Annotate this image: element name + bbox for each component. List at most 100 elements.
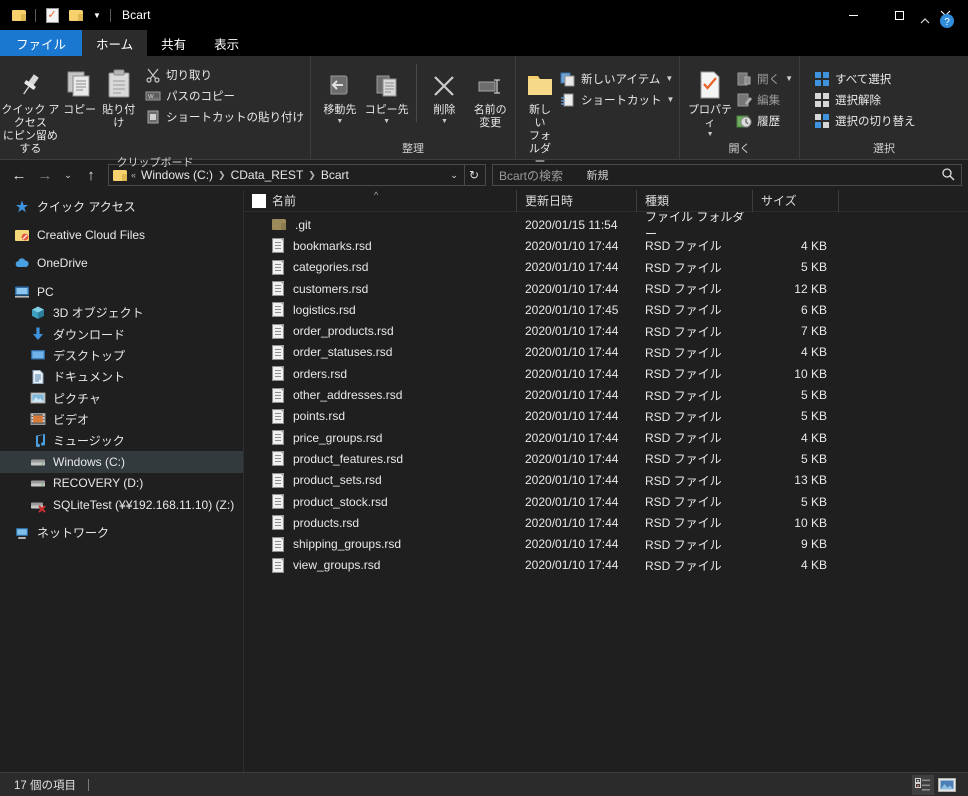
copy-to-caret-icon[interactable]: ▼ — [383, 118, 390, 125]
properties-page-icon — [697, 66, 723, 100]
open-button[interactable]: 開く ▼ — [734, 68, 799, 89]
sidebar-item-windows-c[interactable]: Windows (C:) — [0, 451, 243, 472]
cut-button[interactable]: 切り取り — [143, 64, 310, 85]
properties-caret-icon[interactable]: ▼ — [707, 131, 714, 138]
sidebar-item-creative-cloud-files[interactable]: Creative Cloud Files — [0, 224, 243, 245]
sidebar-item-recovery-d[interactable]: RECOVERY (D:) — [0, 473, 243, 494]
table-row[interactable]: logistics.rsd2020/01/10 17:45RSD ファイル6 K… — [244, 299, 968, 320]
paste-label: 貼り付け — [98, 104, 139, 130]
invert-selection-button[interactable]: 選択の切り替え — [812, 110, 922, 131]
select-group-label: 選択 — [800, 142, 968, 160]
column-header-type[interactable]: 種類 — [637, 190, 753, 212]
edit-button[interactable]: 編集 — [734, 89, 799, 110]
table-row[interactable]: points.rsd2020/01/10 17:44RSD ファイル5 KB — [244, 406, 968, 427]
new-item-label: 新しいアイテム — [581, 71, 660, 87]
column-header-date[interactable]: 更新日時 — [517, 190, 637, 212]
move-to-caret-icon[interactable]: ▼ — [336, 118, 343, 125]
history-button[interactable]: 履歴 — [734, 110, 799, 131]
open-caret-icon[interactable]: ▼ — [785, 74, 793, 83]
breadcrumb-chevron-0[interactable]: ❯ — [217, 170, 227, 181]
sidebar-item-3d-objects[interactable]: 3D オブジェクト — [0, 302, 243, 323]
sidebar-item-network[interactable]: ネットワーク — [0, 522, 243, 543]
select-all-checkbox[interactable] — [252, 194, 266, 208]
tab-file[interactable]: ファイル — [0, 30, 82, 56]
properties-icon[interactable] — [41, 4, 63, 26]
delete-button[interactable]: 削除 ▼ — [423, 62, 465, 125]
breadcrumb-chevron-1[interactable]: ❯ — [307, 170, 317, 181]
rename-button[interactable]: 名前の 変更 — [465, 62, 515, 130]
move-to-button[interactable]: 移動先 ▼ — [317, 62, 363, 125]
paste-shortcut-button[interactable]: ショートカットの貼り付け — [143, 106, 310, 127]
file-type: RSD ファイル — [637, 536, 753, 553]
table-row[interactable]: .git2020/01/15 11:54ファイル フォルダー — [244, 214, 968, 235]
paste-button[interactable]: 貼り付け — [98, 62, 139, 130]
table-row[interactable]: bookmarks.rsd2020/01/10 17:44RSD ファイル4 K… — [244, 235, 968, 256]
file-icon — [272, 515, 284, 530]
file-name-cell: order_products.rsd — [244, 324, 517, 339]
table-row[interactable]: categories.rsd2020/01/10 17:44RSD ファイル5 … — [244, 257, 968, 278]
file-name-cell: price_groups.rsd — [244, 430, 517, 445]
details-view-button[interactable] — [912, 775, 934, 795]
search-icon[interactable] — [941, 167, 955, 184]
copy-path-button[interactable]: W... パスのコピー — [143, 85, 310, 106]
copy-button[interactable]: コピー — [61, 62, 99, 117]
breadcrumb-prefix: « — [130, 170, 137, 180]
rename-label-2: 変更 — [479, 117, 501, 130]
sidebar-item-documents[interactable]: ドキュメント — [0, 366, 243, 387]
column-header-size[interactable]: サイズ — [753, 190, 839, 212]
file-type: RSD ファイル — [637, 450, 753, 467]
folder2-icon[interactable] — [65, 4, 87, 26]
sidebar-item-pc[interactable]: PC — [0, 281, 243, 302]
table-row[interactable]: orders.rsd2020/01/10 17:44RSD ファイル10 KB — [244, 363, 968, 384]
new-folder-button[interactable]: 新しい フォルダー — [524, 62, 556, 169]
folder-icon[interactable] — [8, 4, 30, 26]
quick-access-toolbar: ▼ — [0, 0, 114, 30]
refresh-icon[interactable]: ↻ — [464, 165, 483, 185]
sidebar-item-pictures[interactable]: ピクチャ — [0, 387, 243, 408]
sidebar-item-videos[interactable]: ビデオ — [0, 409, 243, 430]
table-row[interactable]: order_statuses.rsd2020/01/10 17:44RSD ファ… — [244, 342, 968, 363]
file-date: 2020/01/10 17:44 — [517, 260, 637, 274]
new-item-caret-icon[interactable]: ▼ — [665, 74, 673, 83]
table-row[interactable]: other_addresses.rsd2020/01/10 17:44RSD フ… — [244, 384, 968, 405]
chevron-down-icon[interactable]: ▼ — [89, 4, 105, 26]
help-icon[interactable]: ? — [936, 10, 958, 32]
table-row[interactable]: order_products.rsd2020/01/10 17:44RSD ファ… — [244, 320, 968, 341]
new-item-button[interactable]: 新しいアイテム ▼ — [558, 68, 680, 89]
large-icons-view-button[interactable] — [936, 775, 958, 795]
column-header-name[interactable]: 名前 ^ — [244, 190, 517, 212]
select-all-button[interactable]: すべて選択 — [812, 68, 922, 89]
table-row[interactable]: customers.rsd2020/01/10 17:44RSD ファイル12 … — [244, 278, 968, 299]
sidebar-item-onedrive[interactable]: OneDrive — [0, 253, 243, 274]
table-row[interactable]: price_groups.rsd2020/01/10 17:44RSD ファイル… — [244, 427, 968, 448]
properties-button[interactable]: プロパティ ▼ — [686, 62, 734, 138]
sidebar-item-quick-access[interactable]: クイック アクセス — [0, 196, 243, 217]
shortcut-caret-icon[interactable]: ▼ — [667, 95, 675, 104]
table-row[interactable]: product_features.rsd2020/01/10 17:44RSD … — [244, 448, 968, 469]
file-icon — [272, 345, 284, 360]
copy-to-button[interactable]: コピー先 ▼ — [363, 62, 411, 125]
table-row[interactable]: product_sets.rsd2020/01/10 17:44RSD ファイル… — [244, 470, 968, 491]
tab-home[interactable]: ホーム — [82, 30, 147, 56]
table-row[interactable]: product_stock.rsd2020/01/10 17:44RSD ファイ… — [244, 491, 968, 512]
table-row[interactable]: products.rsd2020/01/10 17:44RSD ファイル10 K… — [244, 512, 968, 533]
sidebar-item-downloads[interactable]: ダウンロード — [0, 323, 243, 344]
breadcrumb-item-2[interactable]: Bcart — [317, 165, 353, 185]
shortcut-label: ショートカット — [581, 92, 662, 108]
minimize-button[interactable] — [830, 0, 876, 30]
delete-caret-icon[interactable]: ▼ — [441, 118, 448, 125]
shortcut-button[interactable]: ショートカット ▼ — [558, 89, 680, 110]
sidebar-item-music[interactable]: ミュージック — [0, 430, 243, 451]
tab-view[interactable]: 表示 — [200, 30, 253, 56]
select-none-button[interactable]: 選択解除 — [812, 89, 922, 110]
chevron-up-icon[interactable] — [914, 10, 936, 32]
breadcrumb-dropdown-icon[interactable]: ⌄ — [444, 170, 464, 181]
file-rows[interactable]: .git2020/01/15 11:54ファイル フォルダーbookmarks.… — [244, 212, 968, 772]
table-row[interactable]: view_groups.rsd2020/01/10 17:44RSD ファイル4… — [244, 555, 968, 576]
navigation-pane[interactable]: クイック アクセス Creative Cloud Files OneDrive PC3… — [0, 190, 243, 772]
pin-to-quick-access-button[interactable]: クイック アクセス にピン留めする — [0, 62, 61, 156]
sidebar-item-sqlitetest-z[interactable]: SQLiteTest (¥¥192.168.11.10) (Z:) — [0, 494, 243, 515]
sidebar-item-desktop[interactable]: デスクトップ — [0, 345, 243, 366]
table-row[interactable]: shipping_groups.rsd2020/01/10 17:44RSD フ… — [244, 533, 968, 554]
tab-share[interactable]: 共有 — [147, 30, 200, 56]
